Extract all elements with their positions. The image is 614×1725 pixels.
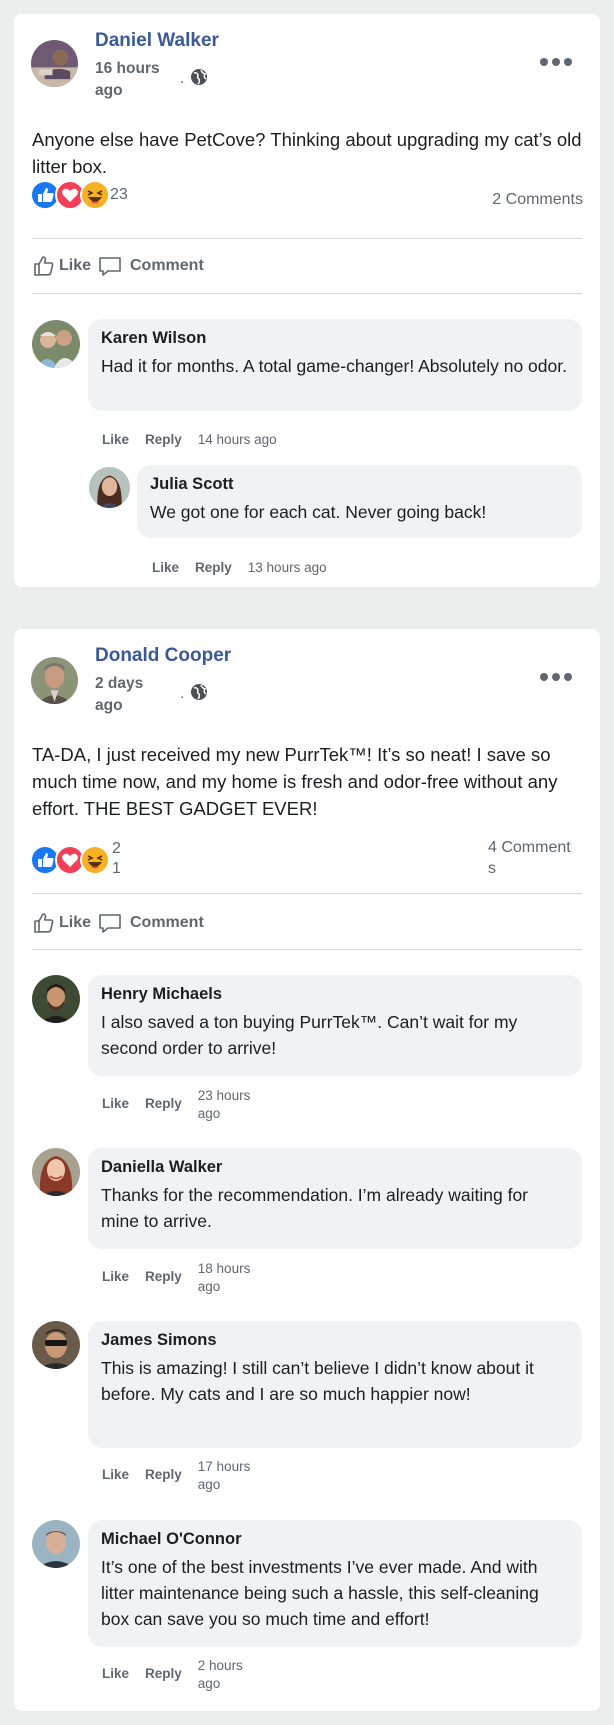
comment-text: I also saved a ton buying PurrTek™. Can’…: [101, 1012, 518, 1058]
comment-actions: Like Reply 18 hours ago: [102, 1260, 258, 1296]
comment-bubble: James Simons This is amazing! I still ca…: [88, 1321, 582, 1448]
comment-button[interactable]: Comment: [98, 911, 204, 935]
comment-reply-link[interactable]: Reply: [145, 1666, 182, 1681]
comment-like-link[interactable]: Like: [152, 560, 179, 575]
more-options-icon[interactable]: [540, 671, 572, 683]
comment-reply-link[interactable]: Reply: [145, 432, 182, 447]
comment-timestamp[interactable]: 18 hours ago: [198, 1260, 258, 1296]
comment-like-link[interactable]: Like: [102, 432, 129, 447]
post-timestamp[interactable]: 16 hours ago: [95, 58, 175, 102]
comment-button[interactable]: Comment: [98, 254, 204, 278]
comment-text: This is amazing! I still can’t believe I…: [101, 1358, 534, 1404]
comment-actions: Like Reply 2 hours ago: [102, 1657, 258, 1693]
comment-text: Thanks for the recommendation. I’m alrea…: [101, 1185, 528, 1231]
divider: [32, 238, 582, 239]
comment-reply-link[interactable]: Reply: [145, 1467, 182, 1482]
commenter-name[interactable]: Henry Michaels: [101, 983, 569, 1005]
author-name[interactable]: Daniel Walker: [95, 30, 219, 52]
like-label: Like: [59, 257, 92, 274]
comment-timestamp[interactable]: 23 hours ago: [198, 1087, 258, 1123]
commenter-avatar[interactable]: [32, 1520, 80, 1568]
comment-reply-link[interactable]: Reply: [145, 1096, 182, 1111]
commenter-avatar[interactable]: [32, 1321, 80, 1369]
divider: [32, 893, 582, 894]
author-name[interactable]: Donald Cooper: [95, 645, 231, 667]
globe-icon: [191, 69, 207, 85]
haha-reaction-icon: [80, 180, 110, 210]
comments-count[interactable]: 4 Comments: [488, 837, 572, 879]
post-card: Donald Cooper 2 days ago . TA-DA, I just…: [14, 629, 600, 1711]
reactions-summary[interactable]: 21: [30, 840, 170, 877]
comment-text: We got one for each cat. Never going bac…: [150, 502, 487, 522]
divider: [32, 293, 582, 294]
globe-icon: [191, 684, 207, 700]
commenter-name[interactable]: Julia Scott: [150, 473, 569, 495]
commenter-name[interactable]: James Simons: [101, 1329, 569, 1351]
comment-like-link[interactable]: Like: [102, 1666, 129, 1681]
commenter-avatar[interactable]: [89, 467, 130, 508]
comment-bubble: Karen Wilson Had it for months. A total …: [88, 319, 582, 411]
reactions-summary[interactable]: 23: [30, 180, 170, 210]
comment-label: Comment: [130, 914, 204, 931]
comment-bubble-icon: [99, 257, 121, 276]
comment-like-link[interactable]: Like: [102, 1096, 129, 1111]
reaction-count: 23: [110, 186, 128, 203]
comment-like-link[interactable]: Like: [102, 1269, 129, 1284]
comment-actions: Like Reply 17 hours ago: [102, 1458, 258, 1494]
author-avatar[interactable]: [31, 657, 78, 704]
comment-actions: Like Reply 13 hours ago: [152, 560, 327, 575]
comment-text: Had it for months. A total game-changer!…: [101, 356, 567, 376]
separator-dot: .: [180, 685, 185, 702]
like-button[interactable]: Like: [32, 911, 91, 935]
comment-timestamp[interactable]: 2 hours ago: [198, 1657, 258, 1693]
comment-bubble-icon: [99, 914, 121, 933]
commenter-avatar[interactable]: [32, 1148, 80, 1196]
comment-bubble: Michael O'Connor It’s one of the best in…: [88, 1520, 582, 1647]
comment-bubble: Julia Scott We got one for each cat. Nev…: [137, 465, 582, 538]
separator-dot: .: [180, 70, 185, 87]
comment-bubble: Henry Michaels I also saved a ton buying…: [88, 975, 582, 1076]
comment-actions: Like Reply 23 hours ago: [102, 1087, 258, 1123]
divider: [32, 949, 582, 950]
post-card: Daniel Walker 16 hours ago . Anyone else…: [14, 14, 600, 587]
thumbs-up-icon: [34, 256, 54, 276]
reaction-count: 21: [112, 840, 121, 877]
commenter-name[interactable]: Daniella Walker: [101, 1156, 569, 1178]
comments-count[interactable]: 2 Comments: [492, 189, 583, 210]
commenter-name[interactable]: Karen Wilson: [101, 327, 569, 349]
commenter-name[interactable]: Michael O'Connor: [101, 1528, 569, 1550]
commenter-avatar[interactable]: [32, 975, 80, 1023]
like-label: Like: [59, 914, 92, 931]
thumbs-up-icon: [34, 913, 54, 933]
comment-reply-link[interactable]: Reply: [145, 1269, 182, 1284]
haha-reaction-icon: [80, 845, 110, 875]
comment-text: It’s one of the best investments I’ve ev…: [101, 1557, 539, 1629]
comment-timestamp[interactable]: 17 hours ago: [198, 1458, 258, 1494]
comment-like-link[interactable]: Like: [102, 1467, 129, 1482]
comment-label: Comment: [130, 257, 204, 274]
commenter-avatar[interactable]: [32, 320, 80, 368]
comment-actions: Like Reply 14 hours ago: [102, 432, 277, 447]
post-text: Anyone else have PetCove? Thinking about…: [32, 129, 582, 177]
post-text: TA-DA, I just received my new PurrTek™! …: [32, 744, 558, 819]
author-avatar[interactable]: [31, 40, 78, 87]
like-button[interactable]: Like: [32, 254, 91, 278]
comment-timestamp[interactable]: 13 hours ago: [248, 560, 327, 575]
comment-reply-link[interactable]: Reply: [195, 560, 232, 575]
comment-timestamp[interactable]: 14 hours ago: [198, 432, 277, 447]
comment-bubble: Daniella Walker Thanks for the recommend…: [88, 1148, 582, 1249]
post-timestamp[interactable]: 2 days ago: [95, 673, 175, 717]
more-options-icon[interactable]: [540, 56, 572, 68]
